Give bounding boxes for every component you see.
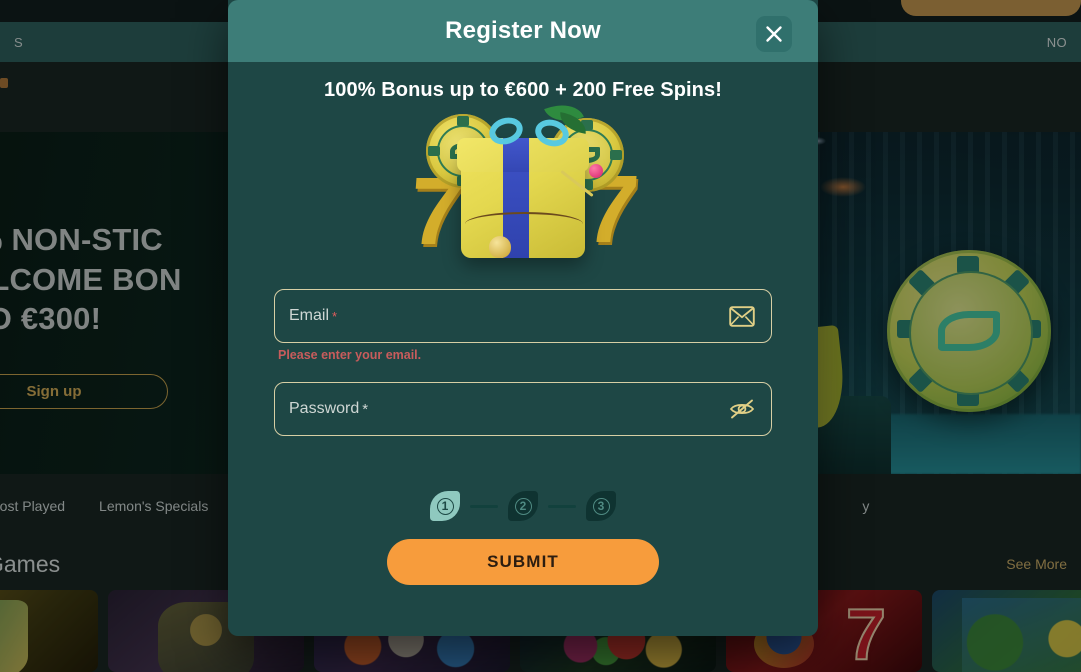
step-1[interactable]: 1 [430, 491, 460, 521]
step-2-number: 2 [514, 497, 532, 515]
register-modal: Register Now 100% Bonus up to €600 + 200… [228, 0, 818, 636]
magic-wand-icon [555, 162, 603, 208]
step-2[interactable]: 2 [508, 491, 538, 521]
gift-box-777-illustration: 7 7 [406, 96, 642, 275]
email-label: Email [289, 307, 330, 324]
envelope-icon[interactable] [727, 301, 757, 331]
lemon-logo-icon [938, 311, 1000, 351]
password-label: Password [289, 400, 360, 417]
email-field[interactable]: Email * [274, 289, 772, 343]
password-field[interactable]: Password * [274, 382, 772, 436]
step-1-number: 1 [436, 497, 454, 515]
bell-icon [489, 236, 511, 258]
eye-off-icon[interactable] [727, 394, 757, 424]
password-required-mark: * [362, 400, 369, 418]
promo-headline: 100% Bonus up to €600 + 200 Free Spins! [324, 79, 722, 101]
step-indicator: 1 2 3 [274, 491, 772, 521]
close-icon [764, 24, 784, 44]
step-3[interactable]: 3 [586, 491, 616, 521]
register-form: Email * Please enter your email. Passwor… [228, 275, 818, 585]
submit-button[interactable]: SUBMIT [387, 539, 659, 585]
step-3-number: 3 [592, 497, 610, 515]
ribbon-bow-icon [485, 96, 589, 151]
modal-header: Register Now [228, 0, 818, 62]
step-connector [470, 504, 498, 508]
gift-box-icon [457, 96, 603, 258]
step-connector [548, 504, 576, 508]
email-required-mark: * [332, 308, 338, 324]
email-error-message: Please enter your email. [278, 348, 422, 362]
modal-title: Register Now [445, 17, 601, 44]
close-button[interactable] [756, 16, 792, 52]
page-root: S NO 00% NON-STIC WELCOME BON P TO €300! [0, 0, 1081, 672]
